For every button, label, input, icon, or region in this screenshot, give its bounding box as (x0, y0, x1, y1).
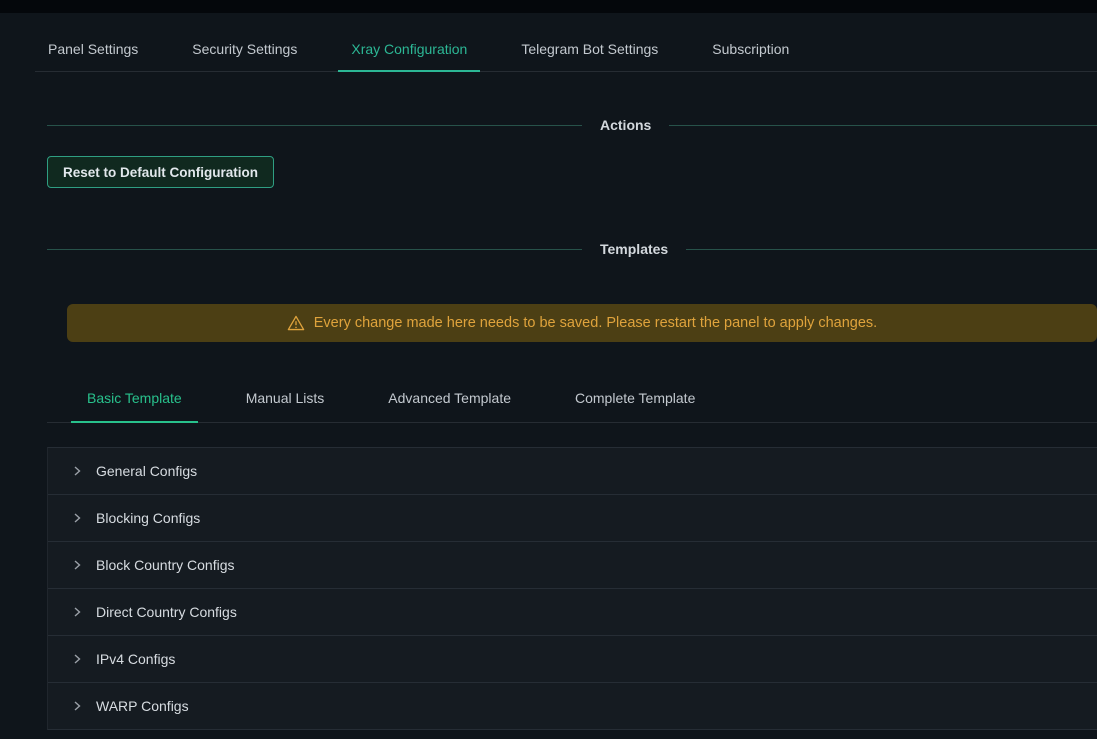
tab-telegram-bot-settings[interactable]: Telegram Bot Settings (508, 31, 671, 71)
page-content: Panel Settings Security Settings Xray Co… (0, 31, 1097, 730)
configs-collapse-list: General Configs Blocking Configs Block C… (47, 447, 1097, 730)
chevron-right-icon (71, 559, 83, 571)
divider-line (47, 249, 582, 250)
tab-complete-template[interactable]: Complete Template (559, 380, 711, 422)
tab-panel-settings[interactable]: Panel Settings (35, 31, 151, 71)
tab-xray-configuration[interactable]: Xray Configuration (338, 31, 480, 71)
tab-manual-lists[interactable]: Manual Lists (230, 380, 341, 422)
templates-section-divider: Templates (47, 238, 1097, 260)
collapse-row-ipv4-configs[interactable]: IPv4 Configs (48, 636, 1097, 683)
collapse-row-label: WARP Configs (96, 698, 189, 714)
chevron-right-icon (71, 512, 83, 524)
xray-settings-page: Panel Settings Security Settings Xray Co… (0, 0, 1097, 739)
collapse-row-label: Direct Country Configs (96, 604, 237, 620)
tab-subscription[interactable]: Subscription (699, 31, 802, 71)
templates-section-title: Templates (582, 241, 686, 257)
collapse-row-label: Blocking Configs (96, 510, 200, 526)
chevron-right-icon (71, 606, 83, 618)
collapse-row-direct-country-configs[interactable]: Direct Country Configs (48, 589, 1097, 636)
collapse-row-warp-configs[interactable]: WARP Configs (48, 683, 1097, 729)
collapse-row-label: Block Country Configs (96, 557, 235, 573)
collapse-row-label: General Configs (96, 463, 197, 479)
top-window-bar (0, 0, 1097, 13)
reset-default-config-button[interactable]: Reset to Default Configuration (47, 156, 274, 188)
template-tab-bar: Basic Template Manual Lists Advanced Tem… (47, 380, 1097, 423)
tab-basic-template[interactable]: Basic Template (71, 380, 198, 422)
restart-warning-alert: Every change made here needs to be saved… (67, 304, 1097, 342)
chevron-right-icon (71, 653, 83, 665)
chevron-right-icon (71, 700, 83, 712)
tab-advanced-template[interactable]: Advanced Template (372, 380, 527, 422)
collapse-row-blocking-configs[interactable]: Blocking Configs (48, 495, 1097, 542)
divider-line (47, 125, 582, 126)
divider-line (686, 249, 1097, 250)
collapse-row-label: IPv4 Configs (96, 651, 175, 667)
divider-line (669, 125, 1097, 126)
actions-section-title: Actions (582, 117, 669, 133)
tab-security-settings[interactable]: Security Settings (179, 31, 310, 71)
warning-triangle-icon (287, 315, 305, 331)
actions-section-divider: Actions (47, 114, 1097, 136)
alert-text: Every change made here needs to be saved… (314, 315, 877, 331)
chevron-right-icon (71, 465, 83, 477)
settings-tab-bar: Panel Settings Security Settings Xray Co… (35, 31, 1097, 72)
collapse-row-general-configs[interactable]: General Configs (48, 448, 1097, 495)
collapse-row-block-country-configs[interactable]: Block Country Configs (48, 542, 1097, 589)
